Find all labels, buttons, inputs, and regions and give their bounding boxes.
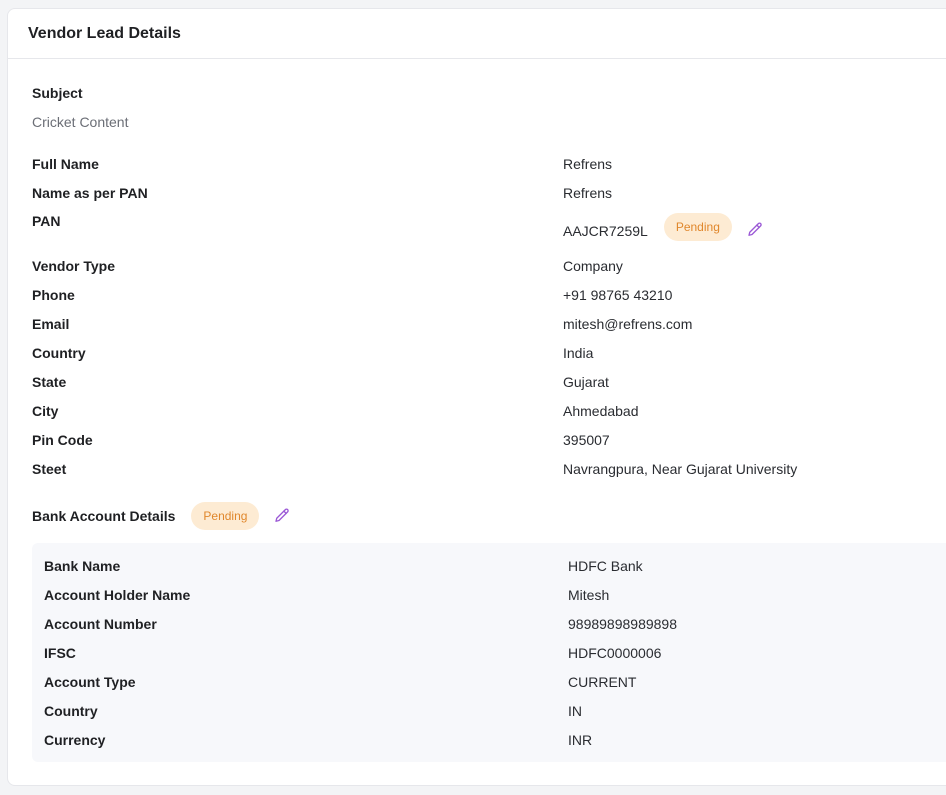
pencil-icon[interactable] bbox=[273, 507, 291, 525]
detail-label: Country bbox=[32, 344, 86, 361]
bank-label: Country bbox=[44, 702, 98, 719]
bank-section-title: Bank Account Details bbox=[32, 508, 176, 524]
detail-value: +91 98765 43210 bbox=[563, 286, 673, 303]
detail-label: Full Name bbox=[32, 155, 99, 172]
detail-label: Steet bbox=[32, 460, 67, 477]
card-header: Vendor Lead Details bbox=[8, 9, 946, 59]
detail-value: Ahmedabad bbox=[563, 402, 639, 419]
detail-value: Refrens bbox=[563, 155, 613, 172]
detail-row-name-as-per-pan: Name as per PAN Refrens bbox=[32, 178, 932, 207]
subject-label: Subject bbox=[32, 85, 83, 101]
detail-row-phone: Phone +91 98765 43210 bbox=[32, 280, 932, 309]
detail-row-street: Steet Navrangpura, Near Gujarat Universi… bbox=[32, 454, 932, 483]
bank-status-badge: Pending bbox=[191, 502, 260, 530]
bank-value: HDFC Bank bbox=[568, 557, 643, 574]
pan-value: AAJCR7259L bbox=[563, 223, 648, 239]
bank-label: Account Type bbox=[44, 673, 136, 690]
detail-value: India bbox=[563, 344, 594, 361]
bank-row-bank-name: Bank Name HDFC Bank bbox=[44, 551, 924, 580]
subject-value: Cricket Content bbox=[32, 114, 129, 130]
detail-row-city: City Ahmedabad bbox=[32, 396, 932, 425]
bank-label: Account Number bbox=[44, 615, 157, 632]
bank-value: 98989898989898 bbox=[568, 615, 678, 632]
detail-value: Navrangpura, Near Gujarat University bbox=[563, 460, 798, 477]
detail-label: Phone bbox=[32, 286, 75, 303]
detail-value: 395007 bbox=[563, 431, 610, 448]
detail-row-email: Email mitesh@refrens.com bbox=[32, 309, 932, 338]
detail-value: Gujarat bbox=[563, 373, 609, 390]
detail-label: Pin Code bbox=[32, 431, 93, 448]
detail-value: Refrens bbox=[563, 184, 613, 201]
detail-label: Vendor Type bbox=[32, 257, 115, 274]
page-title: Vendor Lead Details bbox=[28, 24, 181, 42]
bank-value: INR bbox=[568, 731, 593, 748]
bank-value: HDFC0000006 bbox=[568, 644, 662, 661]
bank-label: Account Holder Name bbox=[44, 586, 191, 603]
bank-label: Currency bbox=[44, 731, 106, 748]
pencil-icon[interactable] bbox=[746, 221, 764, 239]
bank-details-panel: Bank Name HDFC Bank Account Holder Name … bbox=[32, 543, 946, 762]
bank-value: Mitesh bbox=[568, 586, 610, 603]
detail-label: Email bbox=[32, 315, 70, 332]
bank-row-currency: Currency INR bbox=[44, 725, 924, 754]
detail-label: Name as per PAN bbox=[32, 184, 148, 201]
detail-row-pan: PAN AAJCR7259L Pending bbox=[32, 207, 932, 247]
detail-row-country: Country India bbox=[32, 338, 932, 367]
bank-value: IN bbox=[568, 702, 582, 719]
bank-value: CURRENT bbox=[568, 673, 637, 690]
detail-row-vendor-type: Vendor Type Company bbox=[32, 251, 932, 280]
detail-row-state: State Gujarat bbox=[32, 367, 932, 396]
detail-row-full-name: Full Name Refrens bbox=[32, 149, 932, 178]
bank-row-account-type: Account Type CURRENT bbox=[44, 667, 924, 696]
bank-row-country: Country IN bbox=[44, 696, 924, 725]
bank-label: Bank Name bbox=[44, 557, 121, 574]
detail-label: PAN bbox=[32, 213, 61, 229]
bank-label: IFSC bbox=[44, 644, 76, 661]
bank-section-header: Bank Account Details Pending bbox=[32, 502, 291, 530]
pan-status-badge: Pending bbox=[663, 213, 732, 241]
detail-label: City bbox=[32, 402, 59, 419]
vendor-lead-card: Vendor Lead Details Subject Cricket Cont… bbox=[7, 8, 946, 786]
detail-value: mitesh@refrens.com bbox=[563, 315, 693, 332]
detail-label: State bbox=[32, 373, 67, 390]
detail-value: Company bbox=[563, 257, 623, 274]
bank-row-account-number: Account Number 98989898989898 bbox=[44, 609, 924, 638]
pan-value-group: AAJCR7259L Pending bbox=[563, 207, 764, 241]
bank-row-account-holder: Account Holder Name Mitesh bbox=[44, 580, 924, 609]
bank-row-ifsc: IFSC HDFC0000006 bbox=[44, 638, 924, 667]
detail-row-pin-code: Pin Code 395007 bbox=[32, 425, 932, 454]
